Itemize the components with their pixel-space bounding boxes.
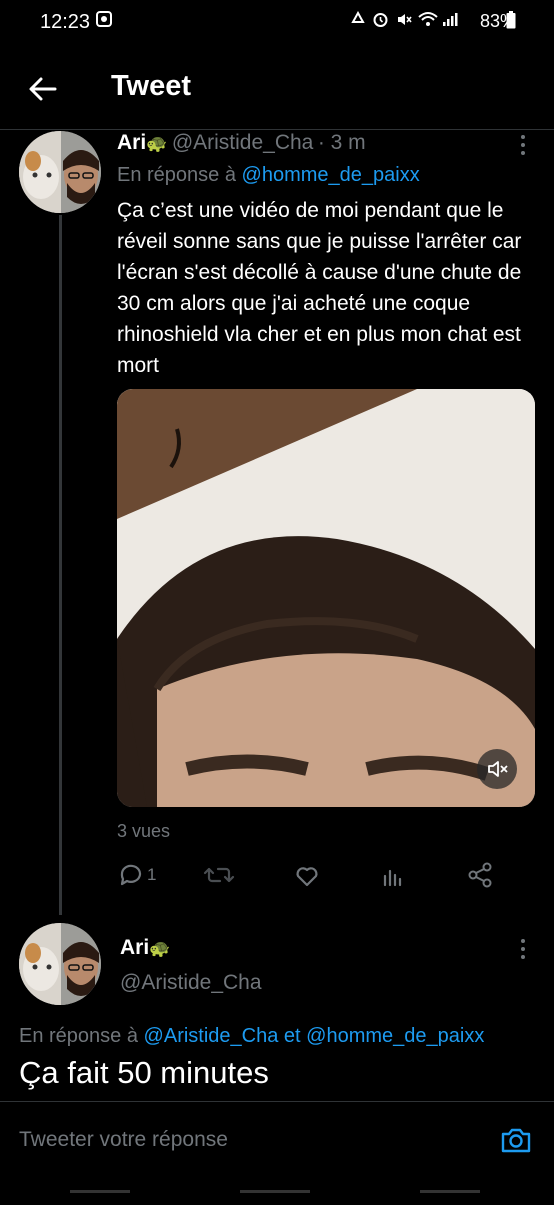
page-title: Tweet [111,70,192,102]
reply-icon [120,864,142,886]
video-mute-button[interactable] [477,749,517,789]
camera-icon[interactable] [500,1124,532,1156]
recycle-icon [350,10,366,32]
retweet-button[interactable] [203,857,235,893]
reply-mention-link[interactable]: @homme_de_paixx [242,164,420,186]
analytics-button[interactable] [379,857,407,893]
author-handle[interactable]: @Aristide_Cha [172,131,314,154]
video-frame [117,389,535,807]
avatar[interactable] [19,923,101,1005]
tweet-text: Ça c’est une vidéo de moi pendant que le… [117,199,522,377]
mute-icon [396,11,413,33]
turtle-emoji: 🐢 [146,134,168,153]
reply-prefix: En réponse à [19,1025,138,1047]
status-bar: 12:23 83% [0,0,554,44]
reply-button[interactable]: 1 [117,857,156,893]
tweet-author-line: Ari🐢 @Aristide_Cha · 3 m [117,131,366,155]
reply-context: En réponse à @Aristide_Cha et @homme_de_… [19,1025,484,1048]
reply-input[interactable]: Tweeter votre réponse [19,1128,228,1152]
tweet-text: Ça fait 50 minutes [19,1055,269,1090]
photo-icon [96,11,112,32]
volume-off-icon [488,761,508,777]
author-name[interactable]: Ari [120,936,149,959]
tweet-author-name-line: Ari🐢 [120,936,170,960]
author-name[interactable]: Ari [117,131,146,154]
more-options-icon[interactable] [520,135,526,157]
tweet-time: · 3 m [317,131,366,154]
top-app-bar: Tweet [0,52,554,122]
view-count: 3 vues [117,821,171,841]
tweet-video[interactable] [117,389,535,807]
reply-and: et [283,1025,301,1047]
share-button[interactable] [465,857,495,893]
turtle-emoji: 🐢 [149,939,171,958]
heart-icon [296,867,318,887]
retweet-icon [203,867,235,883]
reply-context: En réponse à @homme_de_paixx [117,164,420,187]
like-button[interactable] [292,857,322,893]
avatar[interactable] [19,131,101,213]
reply-composer[interactable]: Tweeter votre réponse [0,1101,554,1182]
reply-count: 1 [147,865,157,884]
header-divider [0,129,554,130]
battery-icon [506,11,516,34]
reply-mention-link[interactable]: @Aristide_Cha [144,1025,279,1047]
reply-prefix: En réponse à [117,164,236,186]
more-options-icon[interactable] [520,939,526,961]
status-time: 12:23 [40,11,91,33]
system-navigation-bar [0,1182,554,1200]
signal-icon [442,11,458,32]
reply-mention-link[interactable]: @homme_de_paixx [306,1025,484,1047]
thread-line [59,215,62,915]
arrow-left-icon[interactable] [26,72,60,106]
wifi-icon [418,11,438,33]
analytics-icon [383,869,402,887]
share-icon [468,862,492,888]
tweet-actions: 1 [117,857,497,893]
alarm-icon [372,11,389,33]
author-handle[interactable]: @Aristide_Cha [120,971,262,995]
